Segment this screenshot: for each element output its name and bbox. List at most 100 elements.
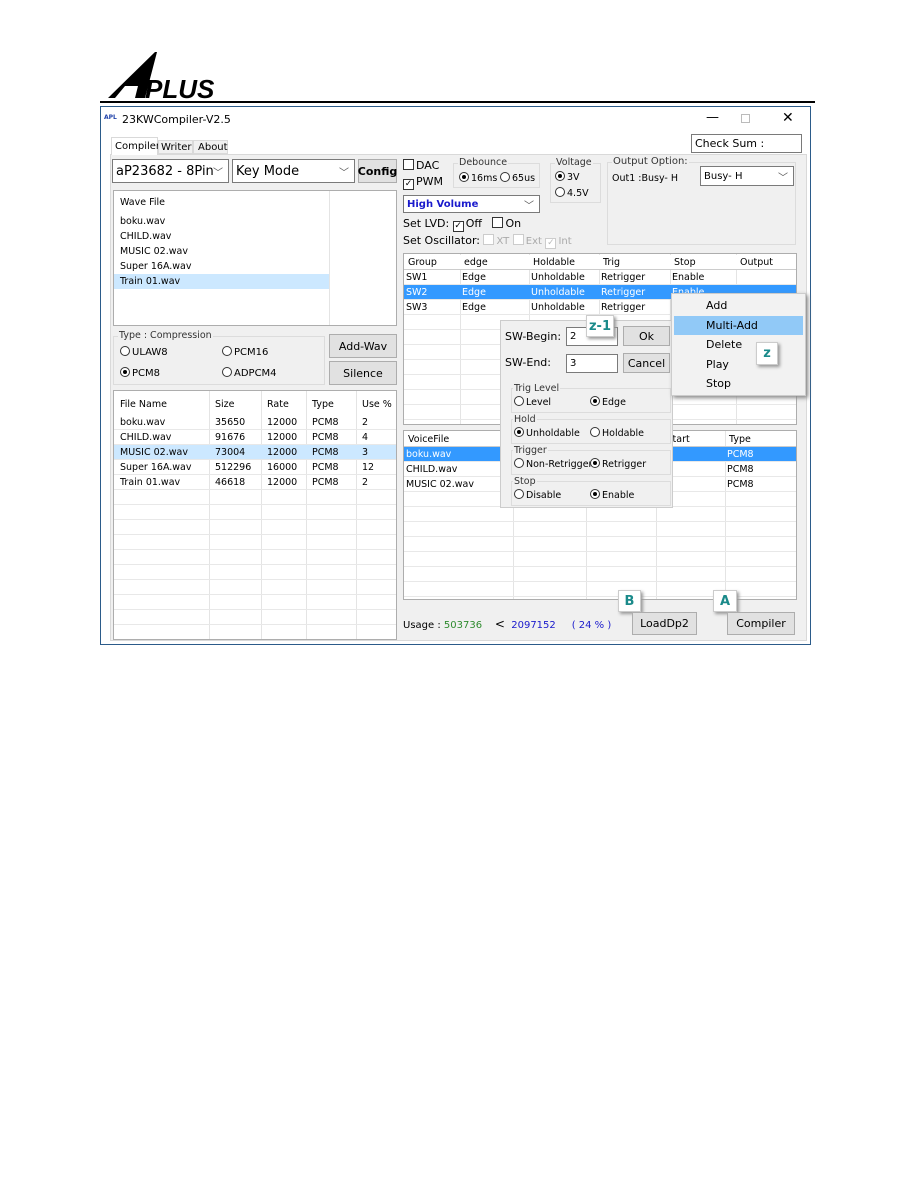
minimize-icon[interactable]: — — [706, 110, 719, 125]
radio-3v[interactable]: 3V — [555, 171, 580, 183]
pwm-checkbox[interactable]: ✓ PWM — [403, 175, 443, 190]
radio-option[interactable]: Unholdable — [514, 427, 580, 439]
config-button[interactable]: Config — [358, 159, 397, 183]
table-header: Group edge Holdable Trig Stop Output — [404, 255, 796, 270]
tab-writer[interactable]: Writer — [158, 140, 193, 154]
wave-list-item[interactable]: CHILD.wav — [114, 229, 396, 244]
radio-option[interactable]: Disable — [514, 489, 561, 501]
radio-option[interactable]: Holdable — [590, 427, 644, 439]
group-label: Hold — [513, 414, 537, 425]
table-row[interactable]: MUSIC 02.wav 73004 12000 PCM8 3 — [114, 445, 396, 460]
tab-compiler[interactable]: Compiler — [111, 137, 160, 155]
lvd-off-checkbox[interactable]: ✓ Off — [452, 217, 482, 232]
label: Disable — [526, 490, 562, 501]
radio-option[interactable]: Non-Retrigger — [514, 458, 592, 470]
radio-option[interactable]: Level — [514, 396, 551, 408]
table-cell: SW1 — [406, 272, 428, 283]
oscillator-label: Set Oscillator: — [403, 234, 480, 247]
add-wav-button[interactable]: Add-Wav — [329, 334, 397, 358]
usage-row: Usage : 503736 < 2097152 ( 24 % ) — [403, 617, 611, 631]
radio-pcm16[interactable]: PCM16 — [222, 346, 268, 358]
stop-group: Stop Disable Enable — [511, 476, 671, 506]
table-cell: Retrigger — [601, 302, 646, 313]
table-row[interactable]: boku.wav 35650 12000 PCM8 2 — [114, 415, 396, 430]
table-cell: Retrigger — [601, 287, 646, 298]
radio-65us[interactable]: 65us — [500, 172, 535, 184]
tab-about[interactable]: About — [193, 140, 228, 154]
menu-item-play[interactable]: Play — [674, 355, 803, 374]
table-cell: 73004 — [215, 447, 246, 458]
empty-row — [114, 505, 396, 520]
radio-option[interactable]: Enable — [590, 489, 634, 501]
column-header[interactable]: Rate — [267, 399, 289, 410]
radio-pcm8[interactable]: PCM8 — [120, 367, 160, 379]
compression-label: Type : Compression — [118, 330, 213, 341]
table-cell: 2 — [362, 477, 369, 488]
table-cell: CHILD.wav — [406, 464, 458, 475]
column-header[interactable]: edge — [464, 257, 488, 268]
column-header[interactable]: VoiceFile — [408, 434, 449, 445]
aplus-logo: PLUS — [108, 52, 215, 102]
label: Retrigger — [602, 459, 647, 470]
column-header[interactable]: Trig — [603, 257, 620, 268]
table-row[interactable]: Super 16A.wav 512296 16000 PCM8 12 — [114, 460, 396, 475]
ok-button[interactable]: Ok — [623, 326, 670, 346]
label: PCM8 — [132, 368, 161, 379]
file-table: File Name Size Rate Type Use % boku.wav 35650 1… — [113, 390, 397, 640]
label: 16ms — [471, 173, 498, 184]
checksum-field[interactable]: Check Sum : — [691, 134, 802, 153]
wave-list-item[interactable]: boku.wav — [114, 214, 396, 229]
close-icon[interactable]: ✕ — [782, 110, 794, 126]
cancel-button[interactable]: Cancel — [623, 353, 670, 373]
output-select[interactable]: Busy- H ﹀ — [700, 166, 794, 186]
radio-4-5v[interactable]: 4.5V — [555, 187, 589, 199]
multi-add-dialog: SW-Begin: 2 Ok SW-End: 3 Cancel Trig Lev… — [500, 320, 673, 508]
column-header[interactable]: Group — [408, 257, 437, 268]
column-header[interactable]: Use % — [362, 399, 392, 410]
dac-checkbox[interactable]: DAC — [403, 159, 439, 172]
usage-label: Usage : — [403, 620, 441, 631]
radio-16ms[interactable]: 16ms — [459, 172, 497, 184]
wave-list-item[interactable]: Super 16A.wav — [114, 259, 396, 274]
mode-select[interactable]: Key Mode ﹀ — [232, 159, 355, 183]
radio-adpcm4[interactable]: ADPCM4 — [222, 367, 277, 379]
radio-icon — [590, 458, 600, 468]
empty-row — [114, 550, 396, 565]
radio-icon — [555, 187, 565, 197]
column-header[interactable]: Output — [740, 257, 773, 268]
radio-option[interactable]: Edge — [590, 396, 626, 408]
radio-ulaw8[interactable]: ULAW8 — [120, 346, 168, 358]
menu-item-multi-add[interactable]: Multi-Add — [674, 315, 803, 335]
column-header[interactable]: Type — [729, 434, 751, 445]
menu-item-add[interactable]: Add — [674, 296, 803, 315]
table-row[interactable]: Train 01.wav 46618 12000 PCM8 2 — [114, 475, 396, 490]
maximize-icon[interactable] — [741, 114, 750, 123]
window-title: 23KWCompiler-V2.5 — [122, 113, 231, 126]
sw-end-input[interactable]: 3 — [566, 354, 618, 373]
empty-row — [404, 507, 796, 522]
radio-icon — [514, 489, 524, 499]
lvd-on-checkbox[interactable]: On — [492, 217, 521, 230]
compiler-button[interactable]: Compiler — [727, 612, 795, 635]
table-cell: Enable — [672, 272, 705, 283]
column-header[interactable]: File Name — [120, 399, 167, 410]
silence-button[interactable]: Silence — [329, 361, 397, 385]
wave-list-item[interactable]: Train 01.wav — [114, 274, 396, 289]
column-header[interactable]: Stop — [674, 257, 696, 268]
lvd-row: Set LVD: ✓ Off On — [403, 217, 521, 232]
column-header[interactable]: Holdable — [533, 257, 575, 268]
column-header[interactable]: Size — [215, 399, 235, 410]
menu-item-delete[interactable]: Delete — [674, 335, 803, 354]
chip-select[interactable]: aP23682 - 8Pin ﹀ — [112, 159, 229, 183]
loaddp2-button[interactable]: LoadDp2 — [632, 612, 697, 635]
table-row[interactable]: CHILD.wav 91676 12000 PCM8 4 — [114, 430, 396, 445]
checkmark-icon: ✓ — [545, 238, 557, 249]
radio-option[interactable]: Retrigger — [590, 458, 646, 470]
wave-list-item[interactable]: MUSIC 02.wav — [114, 244, 396, 259]
table-row[interactable]: SW1 Edge Unholdable Retrigger Enable — [404, 270, 796, 285]
empty-row — [114, 580, 396, 595]
volume-select[interactable]: High Volume ﹀ — [403, 195, 540, 213]
table-cell: Edge — [462, 287, 486, 298]
menu-item-stop[interactable]: Stop — [674, 374, 803, 393]
column-header[interactable]: Type — [312, 399, 334, 410]
